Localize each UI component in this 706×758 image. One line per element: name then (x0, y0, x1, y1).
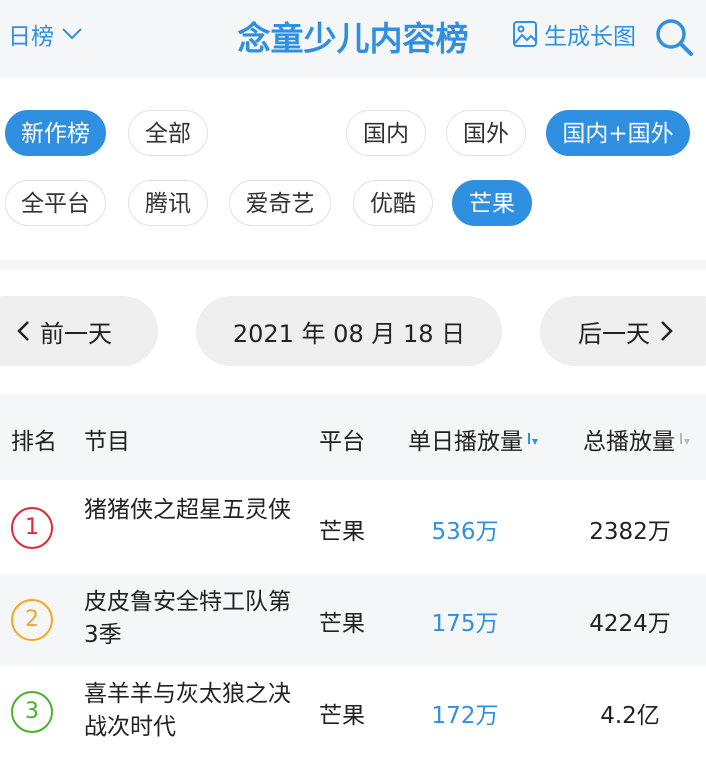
next-day-label: 后一天 (578, 319, 650, 348)
prev-day-label: 前一天 (40, 319, 112, 348)
table-row[interactable]: 3 喜羊羊与灰太狼之决战次时代 芒果 172万 4.2亿 (0, 666, 706, 758)
table-row[interactable]: 1 猪猪侠之超星五灵侠 芒果 536万 2382万 (0, 482, 706, 574)
total-plays: 4.2亿 (600, 703, 660, 729)
daily-plays: 175万 (431, 611, 499, 637)
header-total-sort[interactable]: 总播放量 (583, 422, 690, 456)
rank-badge: 1 (11, 507, 53, 549)
chevron-left-icon (17, 321, 29, 341)
prev-day-button[interactable]: 前一天 (0, 296, 158, 366)
chip-domestic[interactable]: 国内 (346, 110, 426, 156)
next-day-button[interactable]: 后一天 (540, 296, 706, 366)
filter-panel: 新作榜 全部 国内 国外 国内+国外 全平台 腾讯 爱奇艺 优酷 芒果 (0, 78, 706, 260)
header-daily-sort[interactable]: 单日播放量 (408, 422, 538, 456)
chip-mango[interactable]: 芒果 (452, 180, 532, 226)
header-rank: 排名 (11, 429, 57, 455)
daily-plays: 536万 (431, 519, 499, 545)
chip-iqiyi[interactable]: 爱奇艺 (229, 180, 331, 226)
generate-long-image-button[interactable]: 生成长图 (512, 17, 636, 51)
header-daily: 单日播放量 (408, 429, 523, 455)
chip-domestic-plus-foreign[interactable]: 国内+国外 (546, 110, 690, 156)
image-icon (513, 21, 537, 47)
platform-cell: 芒果 (319, 519, 365, 545)
chip-all[interactable]: 全部 (128, 110, 208, 156)
program-name: 喜羊羊与灰太狼之决战次时代 (84, 681, 291, 740)
platform-cell: 芒果 (319, 703, 365, 729)
rank-badge: 3 (11, 691, 53, 733)
current-date: 2021 年 08 月 18 日 (232, 319, 466, 348)
rank-badge: 2 (11, 599, 53, 641)
program-name: 皮皮鲁安全特工队第3季 (84, 589, 291, 648)
date-display[interactable]: 2021 年 08 月 18 日 (196, 296, 502, 366)
program-name: 猪猪侠之超星五灵侠 (84, 497, 291, 523)
sort-icon (680, 433, 690, 445)
sort-desc-icon (528, 433, 538, 445)
chip-foreign[interactable]: 国外 (446, 110, 526, 156)
total-plays: 2382万 (589, 519, 671, 545)
chip-youku[interactable]: 优酷 (353, 180, 433, 226)
search-icon[interactable] (654, 17, 694, 57)
chevron-down-icon (62, 28, 82, 40)
header-platform: 平台 (319, 429, 365, 455)
date-navigation: 前一天 2021 年 08 月 18 日 后一天 (0, 296, 706, 366)
chevron-right-icon (661, 321, 673, 341)
section-divider (0, 260, 706, 270)
header-total: 总播放量 (583, 429, 675, 455)
period-selector[interactable]: 日榜 (8, 17, 82, 51)
chip-all-platforms[interactable]: 全平台 (5, 180, 106, 226)
header-program: 节目 (84, 429, 130, 455)
top-bar: 日榜 念童少儿内容榜 生成长图 (0, 0, 706, 78)
platform-cell: 芒果 (319, 611, 365, 637)
table-row[interactable]: 2 皮皮鲁安全特工队第3季 芒果 175万 4224万 (0, 574, 706, 666)
generate-label: 生成长图 (544, 24, 636, 50)
chip-new-works[interactable]: 新作榜 (5, 110, 106, 156)
total-plays: 4224万 (589, 611, 671, 637)
chip-tencent[interactable]: 腾讯 (128, 180, 208, 226)
table-header: 排名 节目 平台 单日播放量 总播放量 (0, 394, 706, 480)
daily-plays: 172万 (431, 703, 499, 729)
period-label: 日榜 (8, 24, 54, 50)
